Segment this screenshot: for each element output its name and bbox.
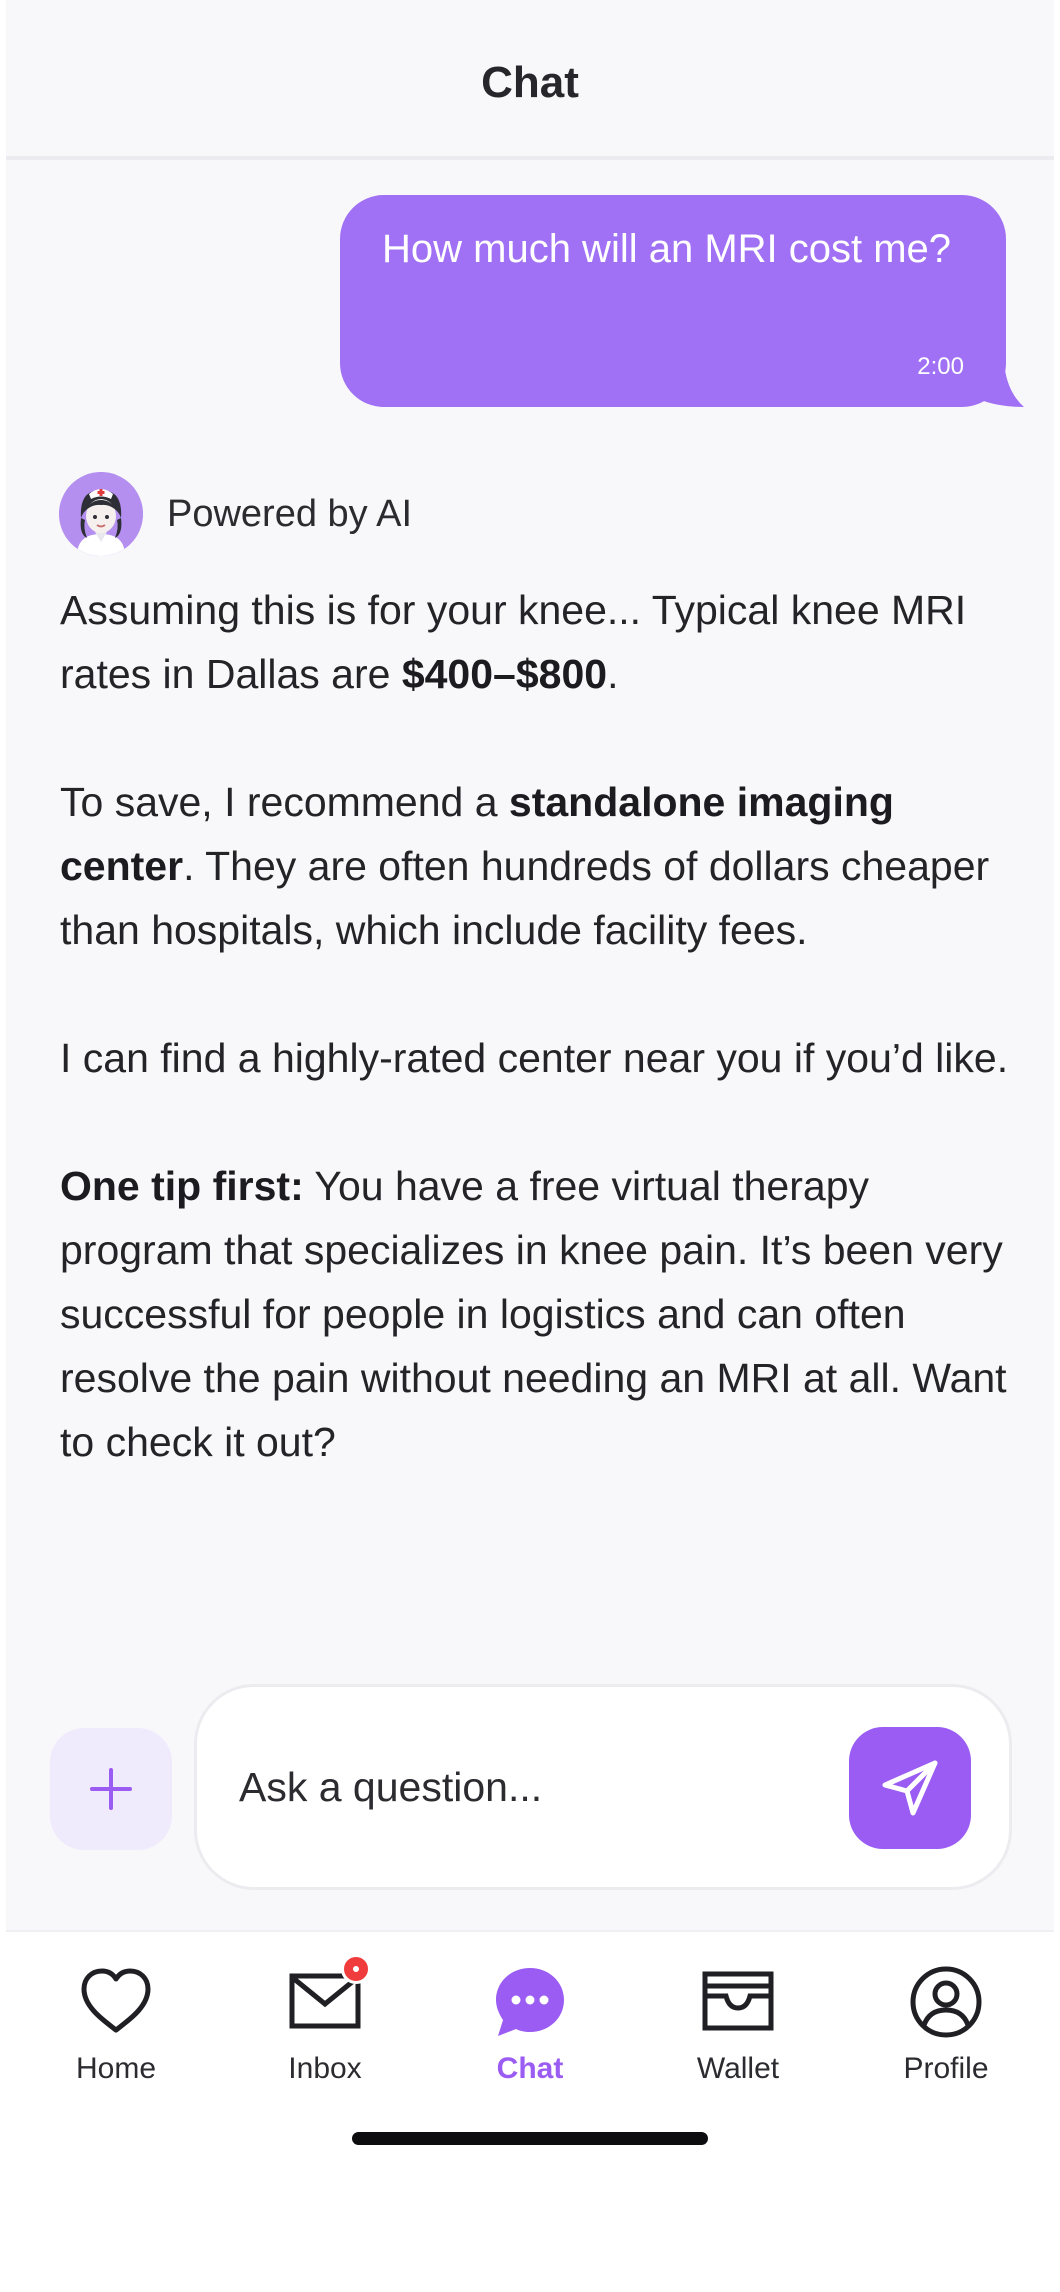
page-title: Chat xyxy=(481,58,579,107)
user-message-time: 2:00 xyxy=(917,353,964,380)
bubble-tail-icon xyxy=(978,361,1024,407)
tab-label: Chat xyxy=(496,2052,564,2085)
ai-message-paragraph: Assuming this is for your knee... Typica… xyxy=(60,578,1010,706)
heart-icon xyxy=(76,1962,156,2042)
ai-sender-name: Powered by AI xyxy=(167,492,413,535)
ai-text-bold: $400–$800 xyxy=(401,651,608,697)
ai-text: . They are often hundreds of dollars che… xyxy=(60,843,990,953)
send-button[interactable] xyxy=(849,1727,971,1849)
message-input[interactable]: Ask a question... xyxy=(194,1684,1012,1890)
ai-text-bold: One tip first: xyxy=(60,1163,304,1209)
tab-label: Inbox xyxy=(288,2052,362,2085)
send-icon xyxy=(882,1760,938,1816)
ai-sender: Powered by AI xyxy=(59,472,412,556)
tab-label: Home xyxy=(75,2052,157,2085)
ai-message: Assuming this is for your knee... Typica… xyxy=(60,578,1010,1474)
attach-button[interactable] xyxy=(50,1728,172,1850)
message-input-placeholder: Ask a question... xyxy=(239,1764,543,1810)
tab-wallet[interactable]: Wallet xyxy=(648,1962,828,2102)
composer: Ask a question... xyxy=(6,1680,1054,1896)
mail-icon xyxy=(285,1954,371,2042)
ai-text: . xyxy=(607,651,619,697)
tab-chat[interactable]: Chat xyxy=(440,1962,620,2102)
nurse-avatar-icon xyxy=(59,472,143,556)
ai-text: To save, I recommend a xyxy=(60,779,509,825)
home-indicator[interactable] xyxy=(352,2132,708,2145)
tab-profile[interactable]: Profile xyxy=(856,1962,1036,2102)
plus-icon xyxy=(90,1768,132,1810)
notification-badge xyxy=(341,1954,371,1984)
ai-message-paragraph: To save, I recommend a standalone imagin… xyxy=(60,770,1010,962)
chat-screen: Chat How much will an MRI cost me? 2:00 xyxy=(6,0,1054,2170)
user-message: How much will an MRI cost me? 2:00 xyxy=(340,195,1026,409)
profile-icon xyxy=(906,1962,986,2042)
tab-inbox[interactable]: Inbox xyxy=(235,1954,415,2102)
wallet-icon xyxy=(698,1962,778,2042)
ai-text: I can find a highly-rated center near yo… xyxy=(60,1035,1009,1081)
chat-bubble-icon xyxy=(490,1962,570,2042)
tab-label: Wallet xyxy=(696,2052,780,2085)
tab-label: Profile xyxy=(903,2052,989,2085)
ai-message-paragraph: One tip first: You have a free virtual t… xyxy=(60,1154,1010,1474)
header: Chat xyxy=(6,0,1054,160)
user-message-bubble: How much will an MRI cost me? 2:00 xyxy=(340,195,1006,407)
tab-home[interactable]: Home xyxy=(26,1962,206,2102)
ai-message-paragraph: I can find a highly-rated center near yo… xyxy=(60,1026,1010,1090)
user-message-text: How much will an MRI cost me? xyxy=(382,227,952,271)
